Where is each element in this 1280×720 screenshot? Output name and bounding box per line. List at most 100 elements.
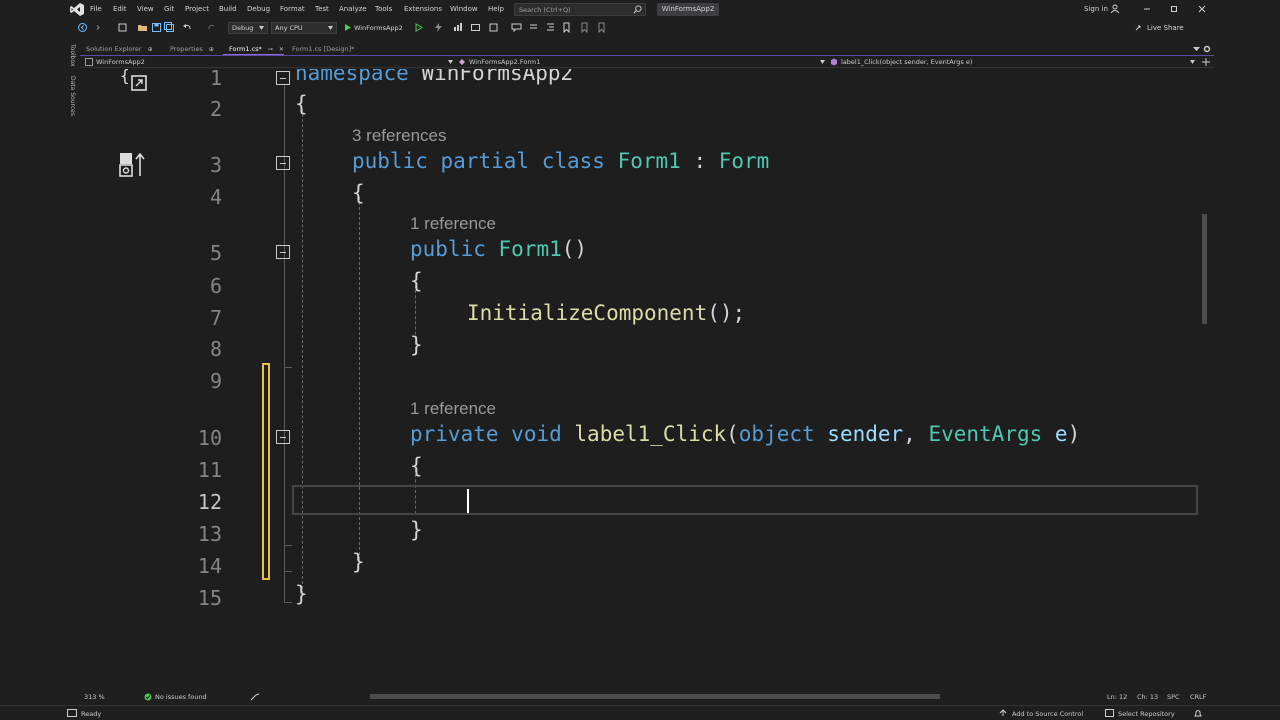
save-all-icon[interactable] — [164, 22, 175, 33]
zoom-level[interactable]: 313 % — [84, 693, 105, 701]
scrollbar-thumb[interactable] — [1202, 214, 1207, 324]
menu-format[interactable]: Format — [280, 5, 305, 13]
maximize-icon[interactable] — [1168, 3, 1180, 15]
class-icon — [459, 59, 465, 65]
add-to-source-control-button[interactable]: Add to Source Control — [1012, 710, 1083, 718]
fold-toggle-namespace[interactable] — [276, 71, 290, 85]
horizontal-scrollbar[interactable] — [370, 694, 940, 699]
code-line-4: { — [352, 181, 365, 205]
minimize-icon[interactable] — [1141, 3, 1153, 15]
line-number: 2 — [209, 97, 222, 121]
parens: () — [561, 237, 588, 261]
toolbox-toggle-icon[interactable] — [488, 22, 499, 33]
fold-toggle-method[interactable] — [276, 430, 290, 444]
menu-help[interactable]: Help — [488, 5, 504, 13]
tab-form1-cs[interactable]: Form1.cs* ⊸ ✕ — [223, 43, 284, 55]
tab-form1-design[interactable]: Form1.cs [Design]* — [286, 43, 354, 55]
open-paren: ( — [726, 422, 739, 446]
up-arrow-icon[interactable] — [999, 709, 1007, 717]
param-name: e — [1054, 422, 1068, 446]
menu-build[interactable]: Build — [219, 5, 237, 13]
tab-properties[interactable]: Properties ⊕ — [164, 43, 214, 55]
issues-indicator[interactable]: No issues found — [155, 693, 207, 701]
fold-toggle-constructor[interactable] — [276, 245, 290, 259]
sign-in-link[interactable]: Sign in — [1084, 5, 1108, 13]
outline-guide-tick — [284, 367, 292, 368]
uncomment-icon[interactable] — [528, 22, 539, 33]
menu-extensions[interactable]: Extensions — [404, 5, 442, 13]
back-icon[interactable] — [77, 22, 88, 33]
line-number: 3 — [209, 153, 222, 177]
codelens-references[interactable]: 1 reference — [410, 399, 496, 419]
toolbox-tab[interactable]: Toolbox — [69, 44, 76, 67]
tab-overflow-chevron-icon[interactable] — [1193, 46, 1200, 52]
menu-view[interactable]: View — [137, 5, 154, 13]
project-dropdown[interactable]: WinFormsApp2 — [96, 58, 145, 66]
menu-git[interactable]: Git — [164, 5, 174, 13]
indent-icon[interactable] — [545, 22, 556, 33]
class-dropdown[interactable]: WinFormsApp2.Form1 — [469, 58, 540, 66]
line-number: 7 — [209, 306, 222, 330]
undo-icon[interactable] — [182, 22, 193, 33]
tab-solution-explorer[interactable]: Solution Explorer ⊕ — [80, 43, 153, 55]
menu-test[interactable]: Test — [315, 5, 329, 13]
menu-edit[interactable]: Edit — [113, 5, 127, 13]
call-tail: (); — [707, 301, 746, 325]
live-share-button[interactable]: Live Share — [1147, 24, 1184, 32]
member-dropdown[interactable]: label1_Click(object sender, EventArgs e) — [841, 58, 972, 66]
search-box[interactable]: Search (Ctrl+Q) — [514, 3, 646, 16]
vertical-scrollbar[interactable] — [1199, 69, 1214, 688]
start-debugging-icon[interactable] — [342, 22, 353, 33]
hot-reload-icon[interactable] — [433, 22, 444, 33]
bookmark-icon[interactable] — [561, 22, 572, 33]
code-line-13: } — [410, 518, 423, 542]
start-without-debugging-icon[interactable] — [413, 22, 424, 33]
visual-studio-logo-icon — [70, 3, 84, 16]
line-ending-indicator[interactable]: CRLF — [1190, 693, 1206, 701]
redo-icon[interactable] — [206, 22, 217, 33]
solution-platform-dropdown[interactable]: Any CPU — [271, 22, 337, 34]
layout-icon[interactable] — [470, 22, 481, 33]
menu-tools[interactable]: Tools — [375, 5, 392, 13]
notifications-icon[interactable] — [1193, 709, 1203, 718]
prev-bookmark-icon[interactable] — [596, 22, 607, 33]
save-icon[interactable] — [151, 22, 162, 33]
menu-file[interactable]: File — [90, 5, 102, 13]
next-bookmark-icon[interactable] — [579, 22, 590, 33]
codelens-references[interactable]: 1 reference — [410, 214, 496, 234]
namespace-scope-icon[interactable]: { — [120, 69, 148, 93]
forward-icon[interactable] — [93, 22, 104, 33]
solution-configuration-dropdown[interactable]: Debug — [228, 22, 268, 34]
settings-gear-icon[interactable] — [1203, 45, 1211, 53]
inheritance-margin-icon[interactable] — [119, 152, 147, 178]
whitespace-indicator[interactable]: SPC — [1167, 693, 1180, 701]
chevron-down-icon[interactable] — [1190, 60, 1195, 64]
line-number: 11 — [197, 458, 222, 482]
new-project-icon[interactable] — [117, 22, 128, 33]
open-folder-icon[interactable] — [137, 22, 148, 33]
line-number: 8 — [209, 337, 222, 361]
menu-window[interactable]: Window — [450, 5, 478, 13]
data-sources-tab[interactable]: Data Sources — [69, 76, 76, 116]
menu-debug[interactable]: Debug — [247, 5, 270, 13]
code-line-10: private void label1_Click(object sender,… — [410, 422, 1080, 446]
chevron-down-icon[interactable] — [820, 60, 825, 64]
code-editor[interactable]: { 1 2 3 4 5 6 7 8 9 10 11 12 13 14 15 na… — [80, 69, 1198, 688]
menu-project[interactable]: Project — [185, 5, 209, 13]
repository-icon[interactable] — [1105, 709, 1114, 717]
output-window-icon[interactable] — [67, 709, 77, 717]
chevron-down-icon[interactable] — [448, 60, 453, 64]
comment-icon[interactable] — [511, 22, 522, 33]
start-button-label[interactable]: WinFormsApp2 — [354, 24, 403, 32]
close-icon[interactable] — [1196, 3, 1208, 15]
live-share-icon[interactable] — [1134, 22, 1145, 33]
select-repository-button[interactable]: Select Repository — [1118, 710, 1175, 718]
code-cleanup-icon[interactable] — [250, 693, 260, 701]
codelens-references[interactable]: 3 references — [352, 126, 447, 146]
menu-analyze[interactable]: Analyze — [339, 5, 367, 13]
split-editor-icon[interactable] — [1202, 58, 1210, 66]
fold-toggle-class[interactable] — [276, 156, 290, 170]
performance-icon[interactable] — [452, 22, 463, 33]
feedback-icon[interactable] — [1110, 4, 1120, 14]
outline-guide-end — [284, 602, 292, 603]
